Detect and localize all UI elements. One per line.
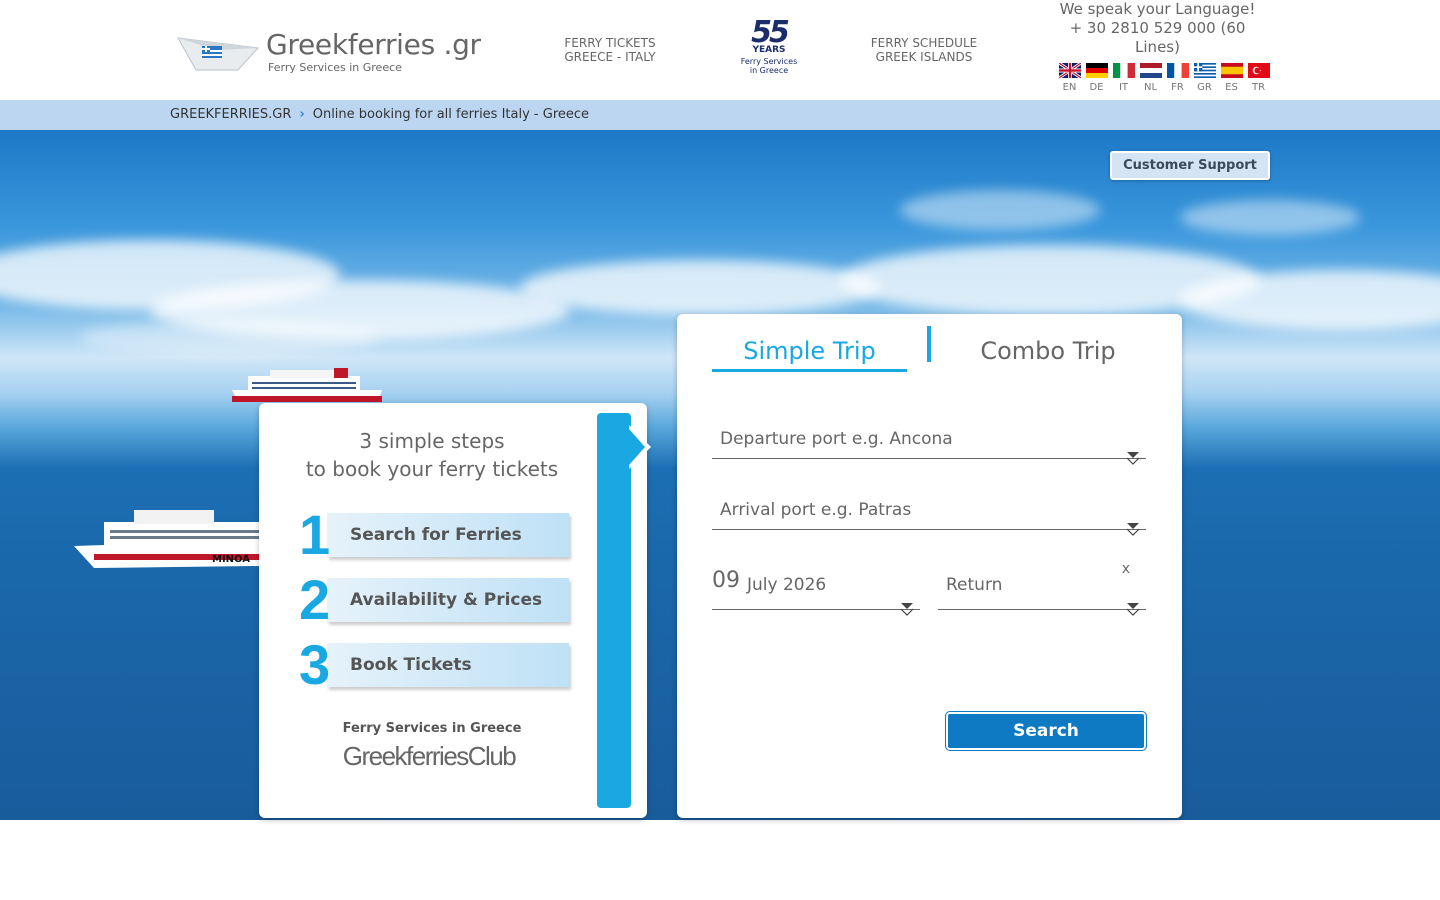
- breadcrumb: GREEKFERRIES.GR › Online booking for all…: [170, 107, 589, 122]
- ferry-ship-image-1: [232, 368, 382, 402]
- language-code: ES: [1225, 82, 1238, 93]
- step-item-2: Availability & Prices 2: [299, 572, 569, 628]
- anniversary-line1: Ferry Services: [740, 57, 798, 66]
- chevron-down-icon: [1126, 452, 1140, 465]
- steps-title: 3 simple steps to book your ferry ticket…: [259, 427, 605, 483]
- breadcrumb-bar: GREEKFERRIES.GR › Online booking for all…: [0, 100, 1440, 130]
- spain-flag-icon: [1220, 63, 1243, 78]
- language-it[interactable]: IT: [1110, 63, 1137, 93]
- arrival-port-placeholder: Arrival port e.g. Patras: [720, 500, 912, 520]
- turkey-flag-icon: [1247, 63, 1270, 78]
- step-number: 2: [299, 568, 331, 631]
- departure-port-placeholder: Departure port e.g. Ancona: [720, 429, 953, 449]
- logo-title: Greekferries .gr: [266, 28, 481, 61]
- language-nl[interactable]: NL: [1137, 63, 1164, 93]
- tab-combo-trip[interactable]: Combo Trip: [952, 336, 1144, 366]
- step-number: 3: [299, 633, 331, 696]
- france-flag-icon: [1166, 63, 1189, 78]
- return-date-picker[interactable]: Return x: [938, 561, 1146, 616]
- logo-subtitle: Ferry Services in Greece: [268, 61, 402, 74]
- nav-line1: FERRY SCHEDULE: [870, 36, 978, 50]
- nav-ferry-schedule-greek-islands[interactable]: FERRY SCHEDULE GREEK ISLANDS: [855, 36, 993, 64]
- booking-panel: Simple Trip Combo Trip Departure port e.…: [677, 314, 1182, 818]
- language-code: IT: [1118, 82, 1129, 93]
- step-label[interactable]: Book Tickets: [327, 643, 569, 687]
- anniversary-line2: in Greece: [749, 66, 789, 75]
- language-code: GR: [1197, 82, 1212, 93]
- steps-title-line1: 3 simple steps: [359, 429, 505, 453]
- language-text: We speak your Language!: [1059, 0, 1256, 18]
- search-button[interactable]: Search: [945, 711, 1147, 751]
- phone-text: + 30 2810 529 000 (60 Lines): [1069, 19, 1246, 56]
- language-code: DE: [1089, 82, 1104, 93]
- site-header: Greekferries .gr Ferry Services in Greec…: [0, 0, 1440, 100]
- chevron-down-icon: [900, 603, 914, 616]
- date-month-year: July 2026: [747, 575, 827, 595]
- language-es[interactable]: ES: [1218, 63, 1245, 93]
- chevron-down-icon: [1126, 523, 1140, 536]
- step-number: 1: [299, 503, 331, 566]
- language-info: We speak your Language! + 30 2810 529 00…: [1050, 0, 1265, 57]
- steps-title-line2: to book your ferry tickets: [305, 457, 559, 481]
- language-fr[interactable]: FR: [1164, 63, 1191, 93]
- anniversary-badge: 55 YEARS Ferry Services in Greece: [737, 18, 801, 84]
- nav-line2: GREEK ISLANDS: [875, 50, 973, 64]
- arrival-port-select[interactable]: Arrival port e.g. Patras: [712, 490, 1146, 536]
- step-label[interactable]: Search for Ferries: [327, 513, 569, 557]
- netherlands-flag-icon: [1139, 63, 1162, 78]
- svg-text:MINOA: MINOA: [212, 554, 250, 565]
- language-code: EN: [1062, 82, 1077, 93]
- tab-simple-trip[interactable]: Simple Trip: [712, 336, 907, 372]
- club-logo[interactable]: GreekferriesClub: [259, 741, 599, 772]
- greece-flag-icon: [1193, 63, 1216, 78]
- nav-line2: GREECE - ITALY: [564, 50, 656, 64]
- site-logo[interactable]: Greekferries .gr Ferry Services in Greec…: [176, 26, 481, 76]
- ferry-ship-image-2: MINOA: [74, 510, 260, 568]
- nav-line1: FERRY TICKETS: [564, 36, 656, 50]
- germany-flag-icon: [1085, 63, 1108, 78]
- steps-panel: 3 simple steps to book your ferry ticket…: [259, 403, 651, 818]
- uk-flag-icon: [1058, 63, 1081, 78]
- step-item-3: Book Tickets 3: [299, 637, 569, 693]
- language-de[interactable]: DE: [1083, 63, 1110, 93]
- language-code: NL: [1143, 82, 1158, 93]
- date-day: 09: [712, 568, 740, 593]
- chevron-right-icon: ›: [299, 107, 305, 122]
- step-item-1: Search for Ferries 1: [299, 507, 569, 563]
- language-code: TR: [1251, 82, 1266, 93]
- nav-ferry-tickets-greece-italy[interactable]: FERRY TICKETS GREECE - ITALY: [545, 36, 675, 64]
- tab-divider: [927, 326, 931, 362]
- departure-date-picker[interactable]: 09 July 2026: [712, 564, 920, 616]
- anniversary-number: 55: [751, 15, 790, 50]
- breadcrumb-home-link[interactable]: GREEKFERRIES.GR: [170, 107, 291, 122]
- step-label[interactable]: Availability & Prices: [327, 578, 569, 622]
- arrow-right-inner: [629, 429, 645, 465]
- return-label: Return: [946, 575, 1003, 595]
- breadcrumb-current: Online booking for all ferries Italy - G…: [312, 107, 590, 122]
- paper-boat-logo-icon: [177, 37, 260, 71]
- departure-port-select[interactable]: Departure port e.g. Ancona: [712, 419, 1146, 465]
- customer-support-button[interactable]: Customer Support: [1110, 151, 1270, 180]
- language-en[interactable]: EN: [1056, 63, 1083, 93]
- club-subtitle: Ferry Services in Greece: [342, 721, 522, 736]
- language-gr[interactable]: GR: [1191, 63, 1218, 93]
- anniversary-years: YEARS: [752, 45, 786, 55]
- language-tr[interactable]: TR: [1245, 63, 1272, 93]
- clear-return-button[interactable]: x: [1122, 561, 1130, 577]
- chevron-down-icon: [1126, 603, 1140, 616]
- steps-accent-bar: [597, 413, 631, 808]
- italy-flag-icon: [1112, 63, 1135, 78]
- language-code: FR: [1171, 82, 1184, 93]
- language-selector: EN DE IT NL FR GR ES TR: [1056, 63, 1272, 93]
